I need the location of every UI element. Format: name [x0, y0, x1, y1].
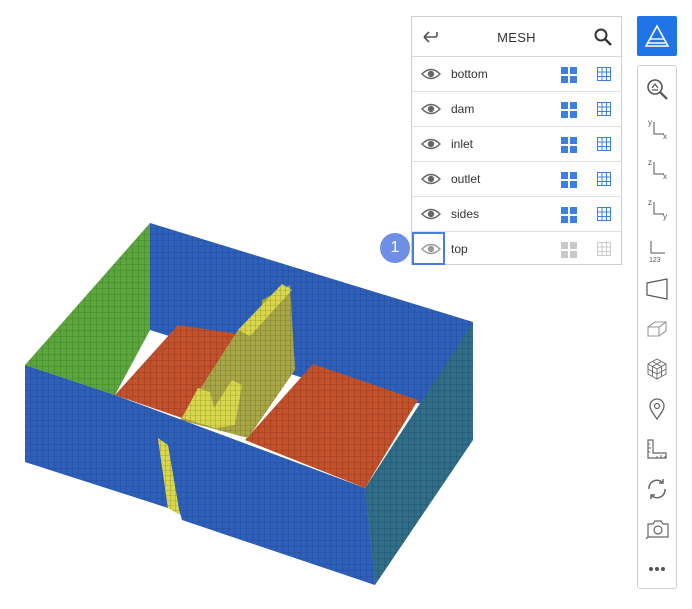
mesh-triangle-icon: [644, 24, 670, 47]
wireframe-view-icon[interactable]: [597, 242, 611, 256]
svg-text:y: y: [648, 118, 652, 127]
perspective-button[interactable]: [638, 270, 676, 308]
location-pin-icon: [649, 398, 665, 421]
mesh-region-row: dam: [412, 92, 621, 127]
cube-grid-icon: [647, 358, 667, 380]
mesh-panel-title: MESH: [497, 30, 536, 45]
mesh-region-label: inlet: [451, 137, 474, 151]
zoom-fit-icon: [647, 79, 668, 100]
perspective-icon: [646, 278, 668, 300]
eye-icon[interactable]: [421, 206, 441, 222]
svg-text:z: z: [648, 158, 652, 167]
wireframe-view-icon[interactable]: [597, 102, 611, 116]
view-toolbar: y x z x z y 123: [637, 65, 677, 589]
eye-icon[interactable]: [421, 136, 441, 152]
solid-view-icon[interactable]: [561, 137, 577, 153]
mesh-region-row: sides: [412, 197, 621, 232]
eye-icon[interactable]: [421, 66, 441, 82]
rotate-icon: [648, 479, 666, 499]
mesh-region-label: dam: [451, 102, 475, 116]
reset-view-button[interactable]: [638, 470, 676, 508]
box-outline-icon: [647, 321, 667, 337]
wireframe-view-icon[interactable]: [597, 172, 611, 186]
left-wall: [25, 223, 150, 395]
svg-text:x: x: [663, 132, 667, 141]
search-icon[interactable]: [593, 27, 613, 47]
more-options-button[interactable]: [638, 550, 676, 588]
solid-view-icon[interactable]: [561, 207, 577, 223]
box-view-button[interactable]: [638, 310, 676, 348]
mesh-region-label: outlet: [451, 172, 481, 186]
solid-view-icon[interactable]: [561, 242, 577, 258]
mesh-region-label: sides: [451, 207, 480, 221]
wireframe-view-icon[interactable]: [597, 137, 611, 151]
mesh-region-label: top: [451, 242, 468, 256]
eye-icon[interactable]: [421, 171, 441, 187]
eye-icon[interactable]: [421, 101, 441, 117]
svg-text:x: x: [663, 172, 667, 181]
camera-icon: [645, 520, 669, 540]
view-yz-button[interactable]: z y: [638, 190, 676, 228]
wireframe-view-icon[interactable]: [597, 67, 611, 81]
mesh-region-row: bottom: [412, 57, 621, 92]
mesh-region-label: bottom: [451, 67, 488, 81]
solid-view-icon[interactable]: [561, 67, 577, 83]
axis-zx-icon: z x: [648, 158, 667, 181]
svg-text:z: z: [648, 198, 652, 207]
axis-iso-icon: 123: [649, 241, 665, 264]
view-xz-button[interactable]: z x: [638, 150, 676, 188]
probe-point-button[interactable]: [638, 390, 676, 428]
solid-view-icon[interactable]: [561, 172, 577, 188]
screenshot-button[interactable]: [638, 510, 676, 548]
more-dots-icon: [649, 567, 665, 571]
measure-button[interactable]: [638, 430, 676, 468]
mesh-panel-header: MESH: [412, 17, 621, 57]
mesh-region-row: outlet: [412, 162, 621, 197]
step-callout: 1: [380, 233, 410, 263]
view-iso-button[interactable]: 123: [638, 230, 676, 268]
view-xy-button[interactable]: y x: [638, 110, 676, 148]
ruler-icon: [647, 439, 667, 459]
wireframe-view-icon[interactable]: [597, 207, 611, 221]
axis-yx-icon: y x: [648, 118, 667, 141]
svg-text:y: y: [663, 212, 667, 221]
axis-zy-icon: z y: [648, 198, 667, 221]
mesh-region-row: inlet: [412, 127, 621, 162]
svg-text:123: 123: [649, 257, 661, 264]
mesh-mode-button[interactable]: [637, 16, 677, 56]
mesh-panel: MESH bottom dam inlet outlet sides top: [411, 16, 622, 265]
cube-mesh-button[interactable]: [638, 350, 676, 388]
solid-view-icon[interactable]: [561, 102, 577, 118]
zoom-fit-button[interactable]: [638, 70, 676, 108]
top-visibility-highlight: [412, 232, 445, 265]
